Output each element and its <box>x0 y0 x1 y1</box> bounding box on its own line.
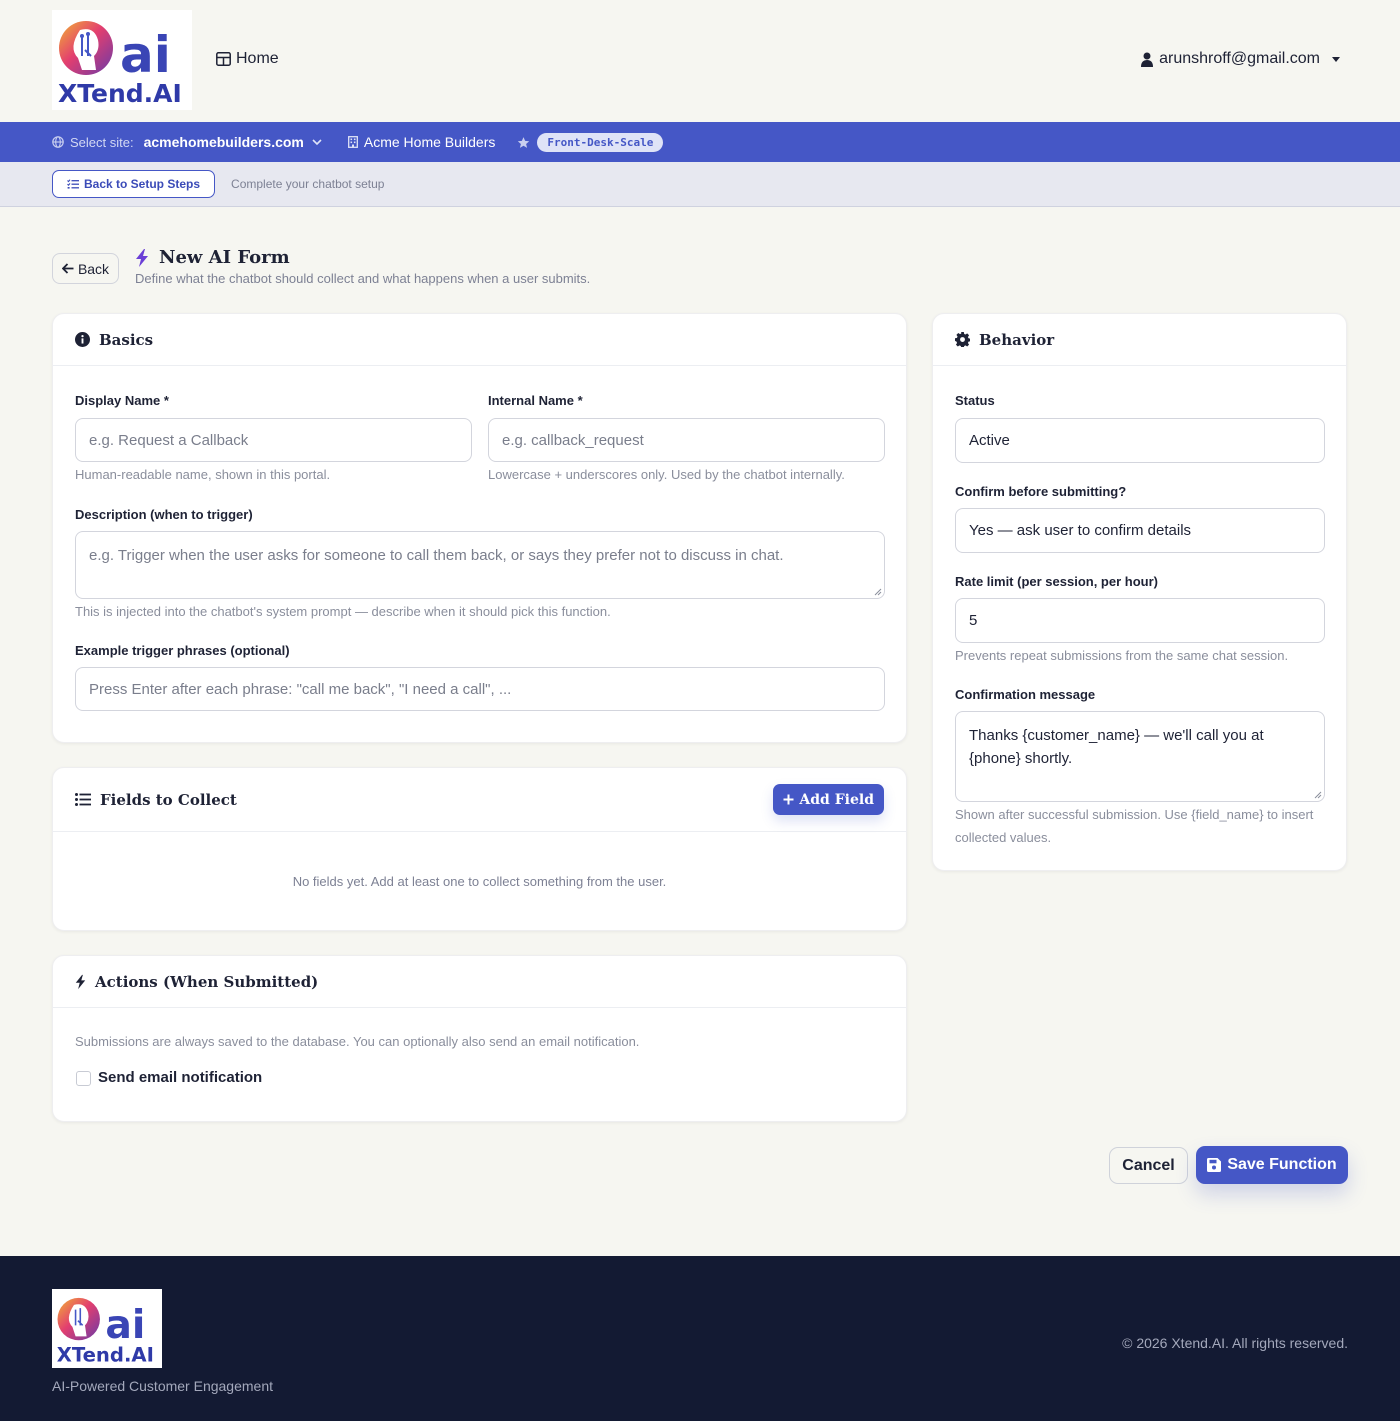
list-check-icon <box>67 179 79 189</box>
svg-text:XTend.AI: XTend.AI <box>57 1344 154 1367</box>
internal-name-label: Internal Name * <box>488 393 583 408</box>
display-name-help: Human-readable name, shown in this porta… <box>75 467 331 482</box>
building-icon <box>347 136 358 148</box>
top-navbar: ai XTend.AI Home arunshroff@gmail.com <box>0 0 1400 122</box>
plan-badge: Front-Desk-Scale <box>537 132 664 152</box>
page-title: New AI Form <box>135 247 290 268</box>
user-icon <box>1141 52 1154 67</box>
status-select[interactable]: Active <box>955 418 1325 463</box>
status-label: Status <box>955 393 995 408</box>
chevron-down-icon[interactable] <box>312 138 322 146</box>
behavior-header: Behavior <box>933 314 1346 366</box>
confirmation-message-value: Thanks {customer_name} — we'll call you … <box>969 727 1264 767</box>
confirmation-message-textarea[interactable]: Thanks {customer_name} — we'll call you … <box>955 711 1325 802</box>
site-bar: Select site: acmehomebuilders.com Acme H… <box>0 122 1400 162</box>
description-placeholder: e.g. Trigger when the user asks for some… <box>89 547 784 564</box>
back-to-setup-label: Back to Setup Steps <box>84 177 201 191</box>
caret-down-icon <box>1332 56 1340 62</box>
select-site-label: Select site: <box>70 134 134 150</box>
cancel-button[interactable]: Cancel <box>1109 1147 1188 1184</box>
actions-header: Actions (When Submitted) <box>53 956 906 1008</box>
fields-title: Fields to Collect <box>100 790 237 809</box>
rate-limit-input[interactable]: 5 <box>955 598 1325 643</box>
description-label: Description (when to trigger) <box>75 507 253 522</box>
home-label: Home <box>236 50 279 67</box>
description-help: This is injected into the chatbot's syst… <box>75 604 611 619</box>
back-to-setup-button[interactable]: Back to Setup Steps <box>52 170 216 198</box>
fields-card: Fields to Collect Add Field No fields ye… <box>52 767 907 931</box>
star-icon <box>518 136 530 148</box>
actions-note: Submissions are always saved to the data… <box>75 1034 640 1049</box>
page-title-text: New AI Form <box>159 247 290 268</box>
svg-text:ai: ai <box>120 26 171 84</box>
site-selector[interactable]: acmehomebuilders.com <box>144 134 304 150</box>
business-name: Acme Home Builders <box>363 134 496 150</box>
bolt-icon <box>75 974 86 989</box>
back-button[interactable]: Back <box>52 253 119 284</box>
globe-icon <box>52 136 64 148</box>
behavior-title: Behavior <box>979 330 1055 349</box>
basics-card: Basics Display Name * e.g. Request a Cal… <box>52 313 907 743</box>
display-name-label: Display Name * <box>75 393 169 408</box>
add-field-button[interactable]: Add Field <box>773 784 884 815</box>
list-icon <box>75 793 91 806</box>
display-name-input[interactable]: e.g. Request a Callback <box>75 418 472 462</box>
email-notification-label[interactable]: Send email notification <box>98 1069 262 1086</box>
internal-name-input[interactable]: e.g. callback_request <box>488 418 885 462</box>
setup-bar: Back to Setup Steps Complete your chatbo… <box>0 162 1400 207</box>
plus-icon <box>783 794 794 805</box>
confirmation-message-label: Confirmation message <box>955 687 1096 702</box>
resize-handle-icon[interactable] <box>874 588 882 596</box>
brand-logo[interactable]: ai XTend.AI <box>52 10 192 110</box>
rate-limit-label: Rate limit (per session, per hour) <box>955 574 1158 589</box>
save-icon <box>1207 1158 1222 1172</box>
resize-handle-icon[interactable] <box>1314 791 1322 799</box>
trigger-phrases-label: Example trigger phrases (optional) <box>75 643 290 658</box>
behavior-card: Behavior Status Active Confirm before su… <box>932 313 1347 871</box>
footer-tagline: AI-Powered Customer Engagement <box>52 1378 273 1394</box>
info-icon <box>75 332 90 347</box>
home-link[interactable]: Home <box>216 50 279 68</box>
actions-title: Actions (When Submitted) <box>95 972 319 991</box>
confirm-select[interactable]: Yes — ask user to confirm details <box>955 508 1325 553</box>
trigger-phrases-input[interactable]: Press Enter after each phrase: "call me … <box>75 667 885 711</box>
user-menu[interactable]: arunshroff@gmail.com <box>1141 50 1340 68</box>
email-notification-checkbox[interactable] <box>76 1071 91 1086</box>
actions-card: Actions (When Submitted) Submissions are… <box>52 955 907 1122</box>
save-function-button[interactable]: Save Function <box>1196 1146 1348 1184</box>
footer: ai XTend.AI AI-Powered Customer Engageme… <box>0 1256 1400 1421</box>
page-subtitle: Define what the chatbot should collect a… <box>135 271 591 286</box>
svg-text:XTend.AI: XTend.AI <box>58 79 182 108</box>
confirmation-message-help: Shown after successful submission. Use {… <box>955 807 1314 845</box>
setup-hint: Complete your chatbot setup <box>231 177 385 191</box>
gear-icon <box>955 332 970 347</box>
back-label: Back <box>77 260 110 277</box>
rate-limit-help: Prevents repeat submissions from the sam… <box>955 648 1289 663</box>
fields-empty-note: No fields yet. Add at least one to colle… <box>292 874 667 889</box>
internal-name-help: Lowercase + underscores only. Used by th… <box>488 467 845 482</box>
svg-text:ai: ai <box>105 1303 145 1348</box>
grid-icon <box>216 52 231 66</box>
arrow-left-icon <box>61 263 74 274</box>
basics-header: Basics <box>53 314 906 366</box>
save-function-label: Save Function <box>1227 1156 1337 1173</box>
confirm-label: Confirm before submitting? <box>955 484 1127 499</box>
fields-header: Fields to Collect Add Field <box>53 768 906 832</box>
user-email: arunshroff@gmail.com <box>1159 50 1320 67</box>
basics-title: Basics <box>99 330 154 349</box>
footer-logo: ai XTend.AI <box>52 1289 162 1368</box>
description-textarea[interactable]: e.g. Trigger when the user asks for some… <box>75 531 885 599</box>
add-field-label: Add Field <box>799 791 874 808</box>
bolt-icon <box>136 248 148 267</box>
footer-copyright: © 2026 Xtend.AI. All rights reserved. <box>1122 1335 1348 1351</box>
